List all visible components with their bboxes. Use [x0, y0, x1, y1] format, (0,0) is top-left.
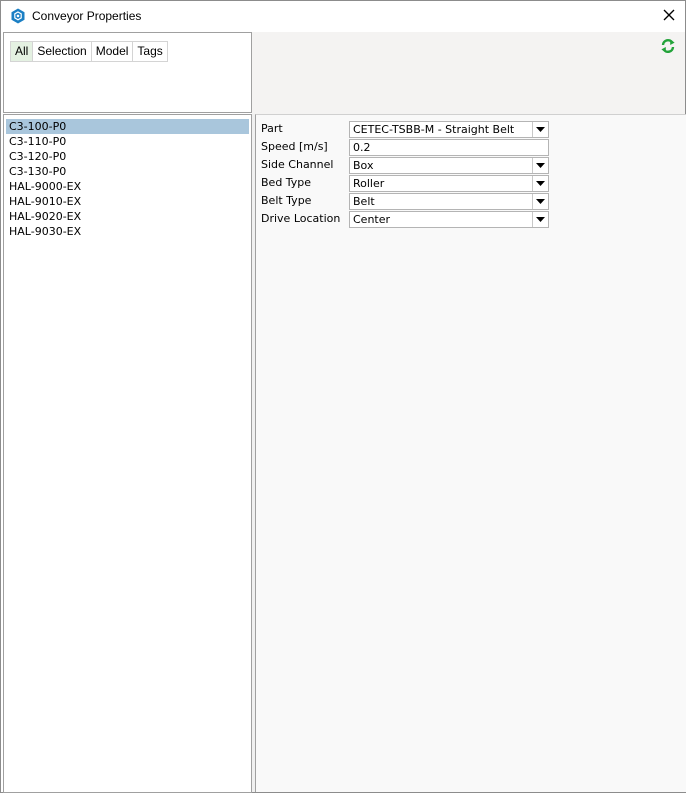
dropdown-button[interactable]: [532, 212, 548, 227]
property-value: Center: [353, 213, 391, 226]
tab-tags[interactable]: Tags: [132, 41, 168, 62]
title-bar: Conveyor Properties: [1, 1, 685, 32]
drive-location-dropdown[interactable]: Center: [349, 211, 549, 228]
property-row-speed: Speed [m/s] 0.2: [256, 139, 686, 156]
properties-panel: Part CETEC-TSBB-M - Straight Belt Speed …: [255, 114, 686, 792]
part-dropdown[interactable]: CETEC-TSBB-M - Straight Belt: [349, 121, 549, 138]
conveyor-list: C3-100-P0 C3-110-P0 C3-120-P0 C3-130-P0 …: [3, 114, 252, 793]
conveyor-hex-icon: [10, 8, 26, 24]
property-label: Side Channel: [261, 158, 334, 171]
property-label: Speed [m/s]: [261, 140, 328, 153]
dropdown-button[interactable]: [532, 176, 548, 191]
chevron-down-icon: [536, 127, 545, 132]
list-item[interactable]: HAL-9010-EX: [6, 194, 249, 209]
property-label: Part: [261, 122, 283, 135]
chevron-down-icon: [536, 217, 545, 222]
dropdown-button[interactable]: [532, 158, 548, 173]
dropdown-button[interactable]: [532, 194, 548, 209]
speed-input[interactable]: 0.2: [349, 139, 549, 156]
tab-model[interactable]: Model: [90, 41, 134, 62]
property-value: CETEC-TSBB-M - Straight Belt: [353, 123, 515, 136]
property-value: Belt: [353, 195, 375, 208]
bed-type-dropdown[interactable]: Roller: [349, 175, 549, 192]
tab-all[interactable]: All: [10, 41, 34, 62]
property-label: Belt Type: [261, 194, 312, 207]
property-row-drive-location: Drive Location Center: [256, 211, 686, 228]
toolbar-area: [252, 32, 685, 114]
tab-selection[interactable]: Selection: [32, 41, 92, 62]
list-item[interactable]: C3-120-P0: [6, 149, 249, 164]
refresh-icon[interactable]: [660, 38, 676, 54]
property-row-bed-type: Bed Type Roller: [256, 175, 686, 192]
close-button[interactable]: [653, 1, 685, 32]
filter-panel: All Selection Model Tags: [3, 32, 252, 113]
list-item[interactable]: HAL-9030-EX: [6, 224, 249, 239]
property-value: Roller: [353, 177, 385, 190]
list-item[interactable]: C3-100-P0: [6, 119, 249, 134]
window-title: Conveyor Properties: [32, 9, 142, 23]
close-icon: [663, 9, 675, 24]
dropdown-button[interactable]: [532, 122, 548, 137]
property-row-belt-type: Belt Type Belt: [256, 193, 686, 210]
conveyor-properties-window: Conveyor Properties All Selection Model …: [0, 0, 686, 793]
property-row-side-channel: Side Channel Box: [256, 157, 686, 174]
filter-tabs: All Selection Model Tags: [10, 41, 168, 62]
list-item[interactable]: HAL-9020-EX: [6, 209, 249, 224]
property-label: Bed Type: [261, 176, 312, 189]
belt-type-dropdown[interactable]: Belt: [349, 193, 549, 210]
property-label: Drive Location: [261, 212, 341, 225]
chevron-down-icon: [536, 181, 545, 186]
chevron-down-icon: [536, 199, 545, 204]
list-item[interactable]: HAL-9000-EX: [6, 179, 249, 194]
property-value: 0.2: [353, 141, 371, 154]
list-item[interactable]: C3-110-P0: [6, 134, 249, 149]
chevron-down-icon: [536, 163, 545, 168]
list-item[interactable]: C3-130-P0: [6, 164, 249, 179]
side-channel-dropdown[interactable]: Box: [349, 157, 549, 174]
property-value: Box: [353, 159, 374, 172]
property-row-part: Part CETEC-TSBB-M - Straight Belt: [256, 121, 686, 138]
